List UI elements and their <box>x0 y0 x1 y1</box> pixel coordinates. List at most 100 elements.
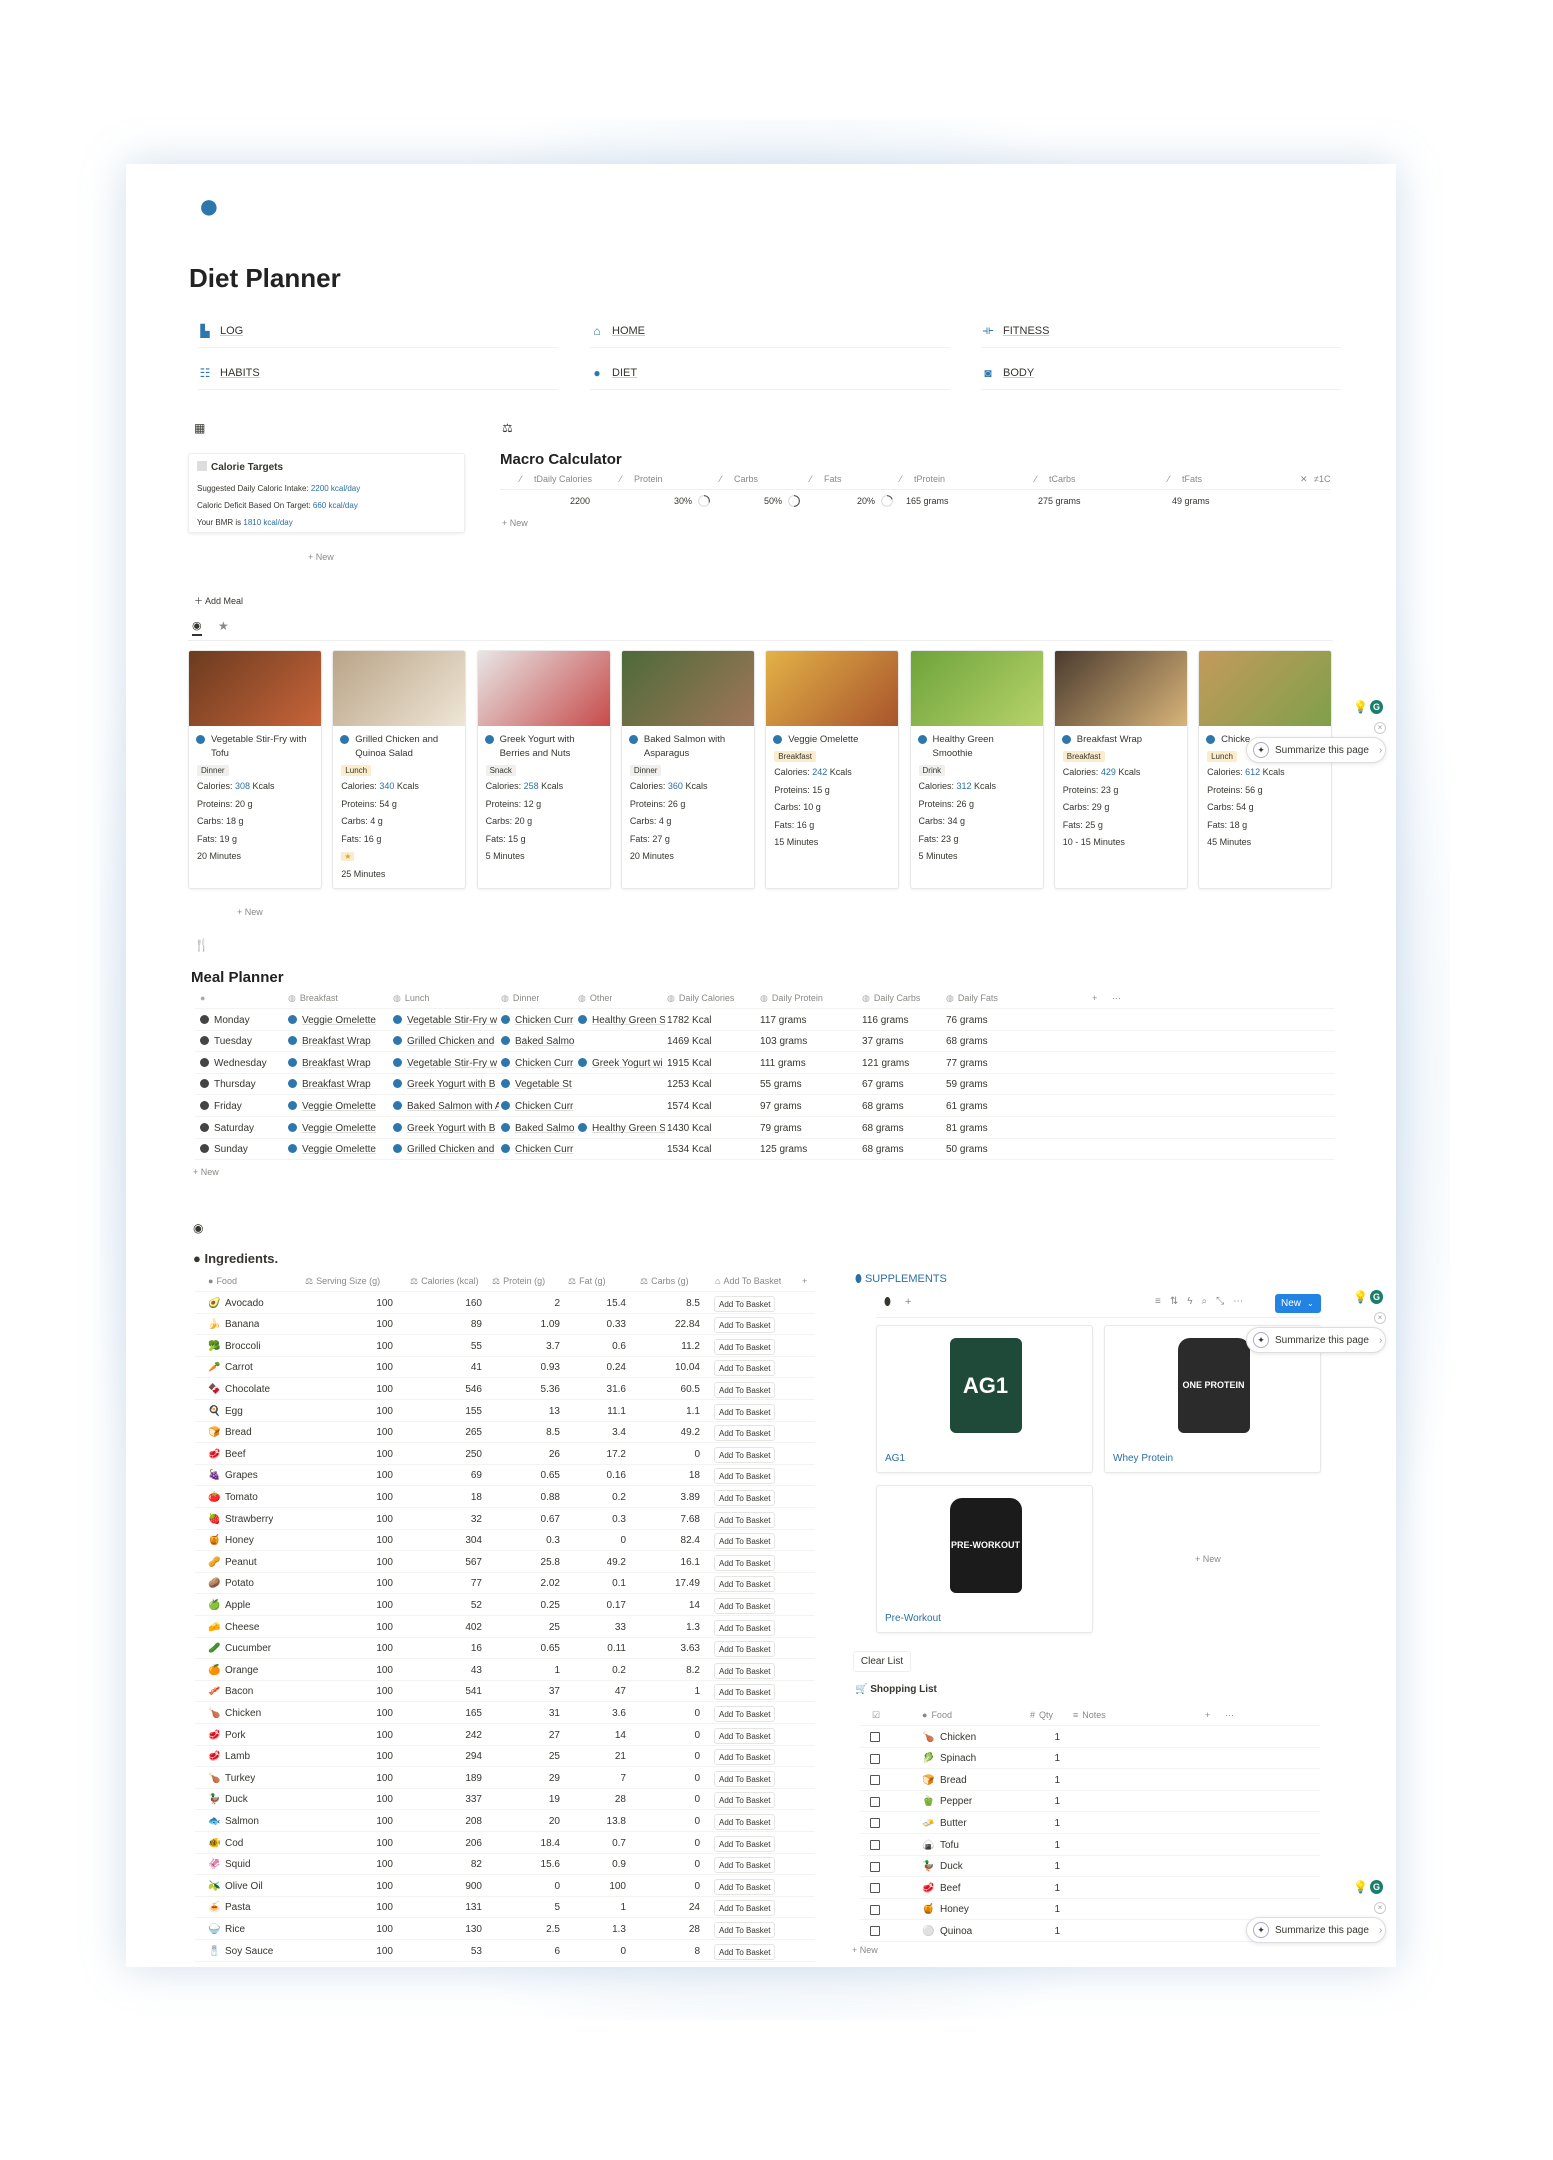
tab-gallery[interactable]: ◉ <box>192 619 202 636</box>
column-header[interactable]: ◍ Breakfast <box>288 988 338 1009</box>
table-row[interactable]: 🫑 Pepper 1 <box>860 1791 1320 1813</box>
planner-cell[interactable] <box>578 1031 665 1052</box>
planner-new-button[interactable]: + New <box>193 1167 219 1177</box>
table-row[interactable]: 🥔 Potato 100 77 2.02 0.1 17.49 Add To Basket <box>195 1573 815 1595</box>
add-to-basket-button[interactable]: Add To Basket <box>714 1857 776 1874</box>
table-row[interactable]: 🍯 Honey 100 304 0.3 0 82.4 Add To Basket <box>195 1530 815 1552</box>
extension-widget[interactable]: 💡 G <box>1353 1880 1383 1898</box>
planner-cell[interactable] <box>578 1096 665 1117</box>
table-row[interactable]: 🍗 Chicken 100 165 31 3.6 0 Add To Basket <box>195 1703 815 1724</box>
nav-link-habits[interactable]: ☷ HABITS <box>198 356 558 390</box>
table-row[interactable]: 🥕 Carrot 100 41 0.93 0.24 10.04 Add To Basket <box>195 1357 815 1379</box>
table-row[interactable]: Thursday Breakfast Wrap Greek Yogurt with … <box>195 1074 1335 1096</box>
filter-icon[interactable]: ≡ <box>1155 1296 1170 1307</box>
calorie-new-button[interactable]: + New <box>308 552 334 562</box>
column-header[interactable]: ◍ Daily Protein <box>760 988 823 1009</box>
supplement-card[interactable]: AG1 AG1 <box>876 1325 1093 1473</box>
column-header[interactable]: ◍ Lunch <box>393 988 429 1009</box>
add-to-basket-button[interactable]: Add To Basket <box>714 1684 776 1701</box>
checkbox[interactable] <box>870 1748 880 1769</box>
column-header[interactable]: ● Food <box>208 1271 237 1292</box>
add-to-basket-button[interactable]: Add To Basket <box>714 1295 776 1312</box>
add-to-basket-button[interactable]: Add To Basket <box>714 1641 776 1658</box>
table-row[interactable]: 🧈 Butter 1 <box>860 1813 1320 1834</box>
planner-cell[interactable]: Vegetable St <box>501 1074 576 1095</box>
table-row[interactable]: 🫒 Olive Oil 100 900 0 100 0 Add To Basket <box>195 1876 815 1897</box>
table-row[interactable]: Wednesday Breakfast Wrap Vegetable Stir-Fr… <box>195 1053 1335 1074</box>
add-to-basket-button[interactable]: Add To Basket <box>714 1576 776 1593</box>
column-header[interactable]: ⌂ Add To Basket <box>715 1271 781 1292</box>
table-row[interactable]: 🐠 Cod 100 206 18.4 0.7 0 Add To Basket <box>195 1833 815 1854</box>
macro-new-button[interactable]: + New <box>502 518 528 528</box>
expand-icon[interactable]: ⤡ <box>1216 1296 1233 1307</box>
add-to-basket-button[interactable]: Add To Basket <box>714 1706 776 1722</box>
add-to-basket-button[interactable]: Add To Basket <box>714 1425 776 1442</box>
planner-cell[interactable]: Veggie Omelette <box>288 1010 391 1031</box>
planner-cell[interactable]: Chicken Curr <box>501 1096 576 1117</box>
table-row[interactable]: 🍙 Tofu 1 <box>860 1835 1320 1856</box>
add-to-basket-button[interactable]: Add To Basket <box>714 1360 776 1377</box>
column-header[interactable]: ≡ Notes <box>1073 1705 1106 1726</box>
supplement-card[interactable]: PRE-WORKOUT Pre-Workout <box>876 1485 1093 1633</box>
add-to-basket-button[interactable]: Add To Basket <box>714 1382 776 1398</box>
nav-link-home[interactable]: ⌂ HOME <box>590 314 950 348</box>
more-icon[interactable]: ⋯ <box>1225 1705 1234 1726</box>
checkbox[interactable] <box>870 1921 880 1942</box>
planner-cell[interactable]: Healthy Green S <box>578 1010 665 1031</box>
search-icon[interactable]: ⌕ <box>1202 1296 1217 1307</box>
planner-cell[interactable]: Chicken Curr <box>501 1053 576 1074</box>
column-header[interactable]: ● <box>200 988 209 1009</box>
checkbox[interactable] <box>870 1791 880 1812</box>
add-to-basket-button[interactable]: Add To Basket <box>714 1446 776 1463</box>
add-to-basket-button[interactable]: Add To Basket <box>714 1792 776 1809</box>
supplements-new-button[interactable]: + New <box>1195 1554 1221 1564</box>
planner-cell[interactable]: Greek Yogurt with B <box>393 1118 499 1139</box>
sort-icon[interactable]: ⇅ <box>1170 1296 1187 1307</box>
more-icon[interactable]: ⋯ <box>1112 988 1121 1009</box>
checkbox[interactable] <box>870 1856 880 1877</box>
table-row[interactable]: 🥜 Peanut 100 567 25.8 49.2 16.1 Add To Basket <box>195 1552 815 1573</box>
table-row[interactable]: Monday Veggie Omelette Vegetable Stir-Fry … <box>195 1010 1335 1031</box>
add-column-button[interactable]: + <box>802 1271 807 1292</box>
planner-cell[interactable]: Vegetable Stir-Fry w <box>393 1010 499 1031</box>
planner-cell[interactable]: Breakfast Wrap <box>288 1053 391 1074</box>
meal-card[interactable]: Healthy Green Smoothie Drink Calories: 312… <box>909 650 1044 889</box>
close-icon[interactable]: × <box>1374 1902 1386 1914</box>
column-header[interactable]: ◍ Daily Fats <box>946 988 998 1009</box>
column-header[interactable]: ⚖ Serving Size (g) <box>305 1271 380 1292</box>
column-header[interactable]: ◍ Other <box>578 988 612 1009</box>
add-to-basket-button[interactable]: Add To Basket <box>714 1317 776 1334</box>
table-row[interactable]: 🥩 Lamb 100 294 25 21 0 Add To Basket <box>195 1746 815 1768</box>
meal-card[interactable]: Greek Yogurt with Berries and Nuts Snack C… <box>476 650 611 889</box>
table-row[interactable]: 🍗 Chicken 1 <box>860 1727 1320 1748</box>
table-row[interactable]: 🍝 Pasta 100 131 5 1 24 Add To Basket <box>195 1897 815 1919</box>
planner-cell[interactable]: Baked Salmo <box>501 1031 576 1052</box>
column-header[interactable]: ◍ Daily Calories <box>667 988 734 1009</box>
table-row[interactable]: 🍳 Egg 100 155 13 11.1 1.1 Add To Basket <box>195 1401 815 1422</box>
table-row[interactable]: 🥑 Avocado 100 160 2 15.4 8.5 Add To Basket <box>195 1293 815 1314</box>
close-icon[interactable]: × <box>1374 1312 1386 1324</box>
new-supplement-button[interactable]: New ⌄ <box>1275 1294 1321 1313</box>
add-to-basket-button[interactable]: Add To Basket <box>714 1533 776 1550</box>
add-to-basket-button[interactable]: Add To Basket <box>714 1338 776 1355</box>
table-row[interactable]: 🍓 Strawberry 100 32 0.67 0.3 7.68 Add To Basket <box>195 1509 815 1530</box>
table-row[interactable]: 🍗 Turkey 100 189 29 7 0 Add To Basket <box>195 1768 815 1789</box>
table-row[interactable]: 🥩 Beef 100 250 26 17.2 0 Add To Basket <box>195 1444 815 1465</box>
planner-cell[interactable]: Grilled Chicken and <box>393 1139 499 1160</box>
planner-cell[interactable]: Greek Yogurt wi <box>578 1053 665 1074</box>
checkbox[interactable] <box>870 1770 880 1791</box>
shopping-new-button[interactable]: + New <box>852 1945 878 1955</box>
table-row[interactable]: 🧂 Soy Sauce 100 53 6 0 8 Add To Basket <box>195 1941 815 1962</box>
checkbox[interactable] <box>870 1813 880 1834</box>
checkbox[interactable] <box>870 1899 880 1920</box>
table-row[interactable]: Tuesday Breakfast Wrap Grilled Chicken and… <box>195 1031 1335 1053</box>
add-column-button[interactable]: + <box>1092 988 1097 1009</box>
column-header[interactable]: ● Food <box>922 1705 952 1726</box>
meals-new-button[interactable]: + New <box>237 907 263 917</box>
planner-cell[interactable]: Chicken Curr <box>501 1139 576 1160</box>
nav-link-diet[interactable]: ● DIET <box>590 356 950 390</box>
table-row[interactable]: 🧀 Cheese 100 402 25 33 1.3 Add To Basket <box>195 1617 815 1638</box>
meal-card[interactable]: Baked Salmon with Asparagus Dinner Calorie… <box>620 650 755 889</box>
close-icon[interactable]: × <box>1374 722 1386 734</box>
add-to-basket-button[interactable]: Add To Basket <box>714 1943 776 1960</box>
